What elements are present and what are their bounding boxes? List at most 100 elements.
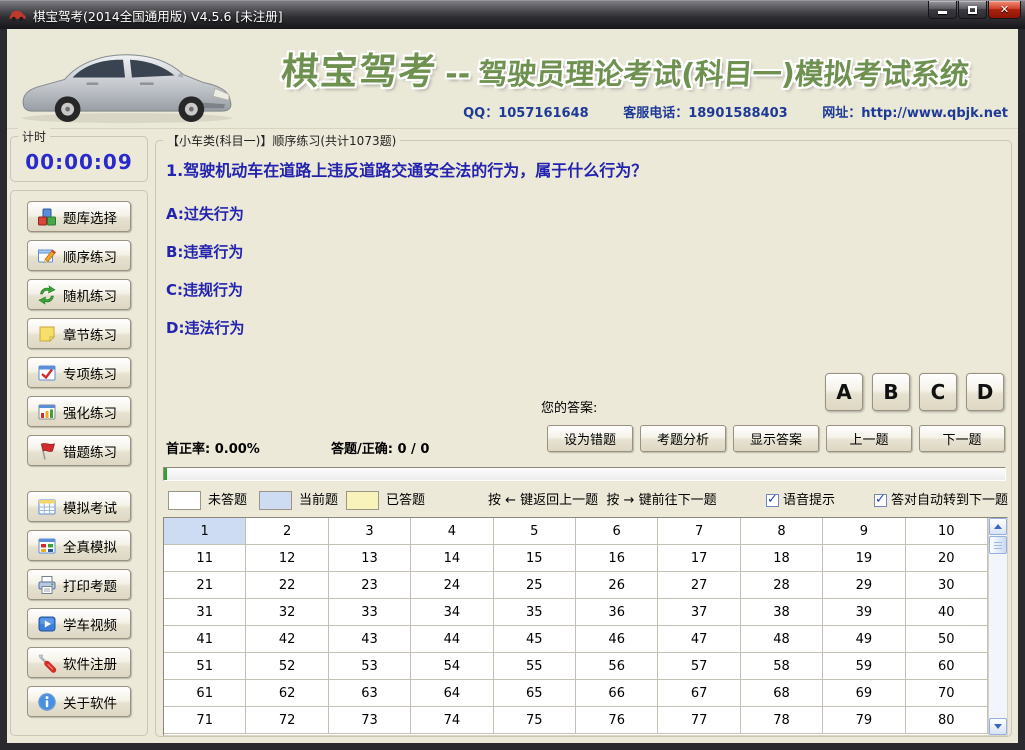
grid-cell-29[interactable]: 29: [823, 572, 906, 599]
grid-cell-1[interactable]: 1: [164, 518, 247, 545]
sidebar-button-special-practice[interactable]: 专项练习: [27, 357, 131, 388]
sidebar-button-software-register[interactable]: 软件注册: [27, 647, 131, 678]
grid-cell-61[interactable]: 61: [164, 680, 247, 707]
grid-cell-20[interactable]: 20: [905, 545, 988, 572]
mark-wrong-button[interactable]: 设为错题: [547, 425, 633, 452]
grid-cell-35[interactable]: 35: [493, 599, 576, 626]
grid-cell-18[interactable]: 18: [740, 545, 824, 572]
close-button[interactable]: ✕: [988, 1, 1021, 19]
answer-button-b[interactable]: B: [872, 373, 910, 411]
sidebar-button-print-questions[interactable]: 打印考题: [27, 569, 131, 600]
grid-cell-77[interactable]: 77: [658, 707, 741, 734]
question-analysis-button[interactable]: 考题分析: [640, 425, 726, 452]
sidebar-button-question-bank[interactable]: 题库选择: [27, 201, 131, 232]
scroll-down-button[interactable]: [989, 718, 1007, 735]
grid-cell-37[interactable]: 37: [658, 599, 741, 626]
grid-cell-72[interactable]: 72: [246, 707, 329, 734]
next-question-button[interactable]: 下一题: [919, 425, 1005, 452]
scroll-track[interactable]: [989, 555, 1007, 718]
grid-cell-70[interactable]: 70: [905, 680, 988, 707]
grid-cell-50[interactable]: 50: [905, 626, 988, 653]
grid-cell-47[interactable]: 47: [658, 626, 741, 653]
sidebar-button-driving-videos[interactable]: 学车视频: [27, 608, 131, 639]
answer-button-d[interactable]: D: [966, 373, 1004, 411]
scroll-up-button[interactable]: [989, 518, 1007, 535]
prev-question-button[interactable]: 上一题: [826, 425, 912, 452]
grid-cell-53[interactable]: 53: [328, 653, 412, 680]
sidebar-button-intensive-practice[interactable]: 强化练习: [27, 396, 131, 427]
show-answer-button[interactable]: 显示答案: [733, 425, 819, 452]
sidebar-button-about-software[interactable]: 关于软件: [27, 686, 131, 717]
grid-cell-2[interactable]: 2: [246, 518, 329, 545]
grid-cell-31[interactable]: 31: [164, 599, 247, 626]
sidebar-button-random-practice[interactable]: 随机练习: [27, 279, 131, 310]
scroll-thumb[interactable]: [989, 536, 1007, 554]
grid-cell-9[interactable]: 9: [823, 518, 906, 545]
grid-cell-80[interactable]: 80: [905, 707, 988, 734]
grid-cell-27[interactable]: 27: [658, 572, 741, 599]
grid-cell-38[interactable]: 38: [740, 599, 824, 626]
grid-cell-73[interactable]: 73: [328, 707, 412, 734]
grid-cell-63[interactable]: 63: [328, 680, 412, 707]
grid-cell-65[interactable]: 65: [493, 680, 576, 707]
grid-cell-68[interactable]: 68: [740, 680, 824, 707]
grid-cell-54[interactable]: 54: [411, 653, 494, 680]
sidebar-button-sequential-practice[interactable]: 顺序练习: [27, 240, 131, 271]
grid-cell-8[interactable]: 8: [740, 518, 824, 545]
grid-cell-62[interactable]: 62: [246, 680, 329, 707]
grid-cell-32[interactable]: 32: [246, 599, 329, 626]
grid-cell-56[interactable]: 56: [576, 653, 659, 680]
sidebar-button-full-simulation[interactable]: 全真模拟: [27, 530, 131, 561]
grid-cell-58[interactable]: 58: [740, 653, 824, 680]
answer-button-a[interactable]: A: [825, 373, 863, 411]
grid-cell-67[interactable]: 67: [658, 680, 741, 707]
grid-cell-36[interactable]: 36: [576, 599, 659, 626]
grid-cell-40[interactable]: 40: [905, 599, 988, 626]
sidebar-button-wrong-questions[interactable]: 错题练习: [27, 435, 131, 466]
grid-cell-15[interactable]: 15: [493, 545, 576, 572]
grid-cell-79[interactable]: 79: [823, 707, 906, 734]
voice-checkbox[interactable]: [766, 492, 779, 507]
grid-cell-10[interactable]: 10: [905, 518, 988, 545]
grid-cell-16[interactable]: 16: [576, 545, 659, 572]
grid-cell-25[interactable]: 25: [493, 572, 576, 599]
grid-cell-55[interactable]: 55: [493, 653, 576, 680]
grid-cell-48[interactable]: 48: [740, 626, 824, 653]
grid-cell-26[interactable]: 26: [576, 572, 659, 599]
grid-cell-5[interactable]: 5: [493, 518, 576, 545]
grid-cell-17[interactable]: 17: [658, 545, 741, 572]
grid-cell-66[interactable]: 66: [576, 680, 659, 707]
grid-cell-43[interactable]: 43: [328, 626, 412, 653]
grid-cell-44[interactable]: 44: [411, 626, 494, 653]
grid-cell-71[interactable]: 71: [164, 707, 247, 734]
grid-cell-59[interactable]: 59: [823, 653, 906, 680]
grid-cell-52[interactable]: 52: [246, 653, 329, 680]
sidebar-button-mock-exam[interactable]: 模拟考试: [27, 491, 131, 522]
grid-cell-74[interactable]: 74: [411, 707, 494, 734]
grid-cell-78[interactable]: 78: [740, 707, 824, 734]
grid-cell-23[interactable]: 23: [328, 572, 412, 599]
grid-cell-41[interactable]: 41: [164, 626, 247, 653]
maximize-button[interactable]: [958, 1, 987, 19]
grid-cell-30[interactable]: 30: [905, 572, 988, 599]
grid-cell-19[interactable]: 19: [823, 545, 906, 572]
grid-cell-75[interactable]: 75: [493, 707, 576, 734]
grid-cell-21[interactable]: 21: [164, 572, 247, 599]
grid-cell-49[interactable]: 49: [823, 626, 906, 653]
grid-cell-22[interactable]: 22: [246, 572, 329, 599]
grid-cell-3[interactable]: 3: [328, 518, 412, 545]
grid-cell-28[interactable]: 28: [740, 572, 824, 599]
grid-cell-57[interactable]: 57: [658, 653, 741, 680]
grid-cell-42[interactable]: 42: [246, 626, 329, 653]
sidebar-button-chapter-practice[interactable]: 章节练习: [27, 318, 131, 349]
grid-cell-13[interactable]: 13: [328, 545, 412, 572]
grid-cell-45[interactable]: 45: [493, 626, 576, 653]
grid-cell-60[interactable]: 60: [905, 653, 988, 680]
grid-scrollbar[interactable]: [988, 518, 1007, 735]
grid-cell-33[interactable]: 33: [328, 599, 412, 626]
minimize-button[interactable]: [928, 1, 957, 19]
grid-cell-6[interactable]: 6: [576, 518, 659, 545]
grid-cell-7[interactable]: 7: [658, 518, 741, 545]
grid-cell-4[interactable]: 4: [411, 518, 494, 545]
grid-cell-34[interactable]: 34: [411, 599, 494, 626]
